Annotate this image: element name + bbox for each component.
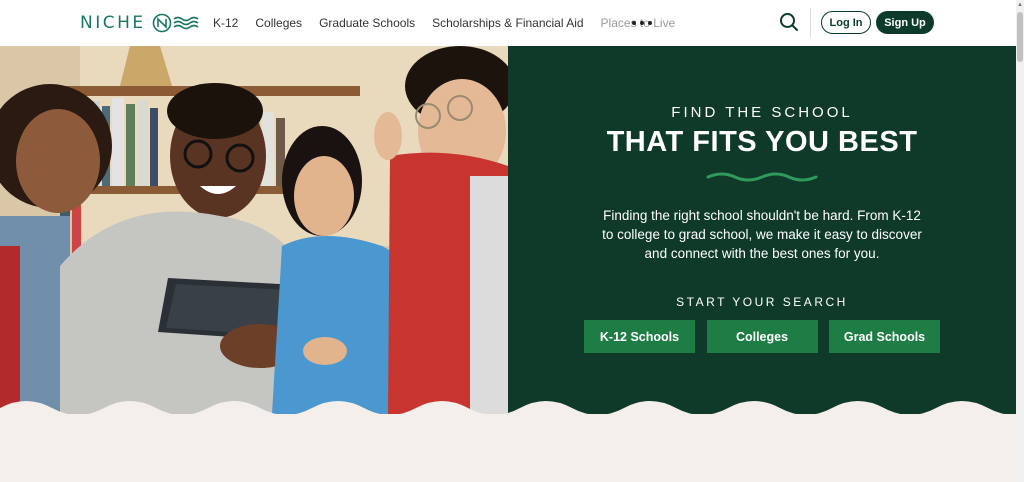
scroll-thumb[interactable] — [1017, 12, 1023, 62]
hero-headline: THAT FITS YOU BEST — [606, 126, 918, 158]
nav-k12[interactable]: K-12 — [213, 16, 238, 30]
ellipsis-icon[interactable] — [632, 21, 656, 25]
hero-description: Finding the right school shouldn't be ha… — [602, 208, 922, 261]
search-icon[interactable] — [779, 12, 799, 32]
hero-eyebrow: FIND THE SCHOOL — [671, 104, 853, 121]
main-nav: K-12 Colleges Graduate Schools Scholarsh… — [213, 0, 692, 46]
nav-colleges[interactable]: Colleges — [255, 16, 302, 30]
logo-text: NICHE — [80, 13, 146, 33]
header-divider — [810, 8, 811, 38]
squiggle-divider-icon — [706, 172, 818, 182]
scroll-up-icon[interactable]: ▲ — [1017, 2, 1023, 8]
site-header: NICHE K-12 Colleges Graduate Schools Sch… — [0, 0, 1016, 46]
niche-wave-icon — [152, 13, 199, 33]
search-buttons: K-12 Schools Colleges Grad Schools — [584, 320, 952, 353]
niche-logo[interactable]: NICHE — [80, 11, 204, 35]
hero-panel: FIND THE SCHOOL THAT FITS YOU BEST Findi… — [508, 46, 1016, 414]
signup-button[interactable]: Sign Up — [876, 11, 934, 34]
colleges-button[interactable]: Colleges — [706, 320, 818, 353]
nav-scholarships[interactable]: Scholarships & Financial Aid — [432, 16, 583, 30]
start-search-label: START YOUR SEARCH — [676, 295, 848, 309]
nav-graduate-schools[interactable]: Graduate Schools — [319, 16, 415, 30]
wave-divider — [0, 401, 1016, 418]
login-button[interactable]: Log In — [821, 11, 871, 34]
page-scrollbar[interactable]: ▲ — [1016, 0, 1024, 482]
grad-schools-button[interactable]: Grad Schools — [829, 320, 940, 353]
hero-students-photo — [0, 46, 508, 414]
k12-schools-button[interactable]: K-12 Schools — [584, 320, 695, 353]
